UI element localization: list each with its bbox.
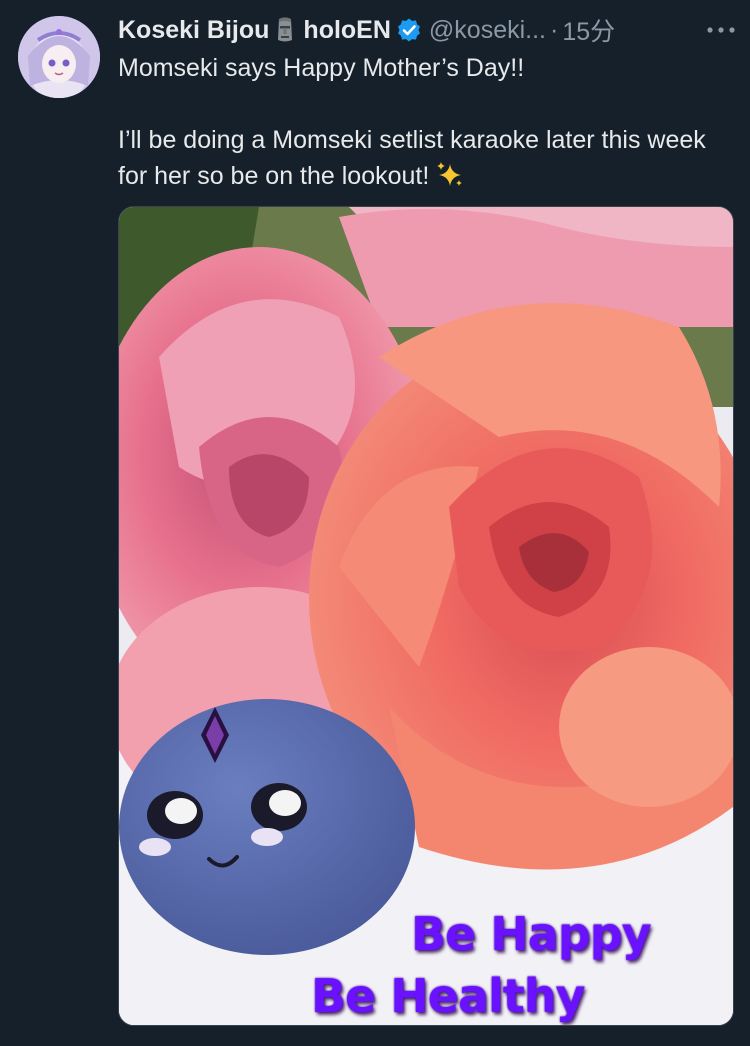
image-caption-line-1: Be Happy bbox=[411, 907, 652, 961]
tweet-header: Koseki Bijou holoEN @koseki... · 15分 bbox=[118, 10, 738, 50]
tweet-text-line-2: I’ll be doing a Momseki setlist karaoke … bbox=[118, 126, 706, 190]
tweet[interactable]: Koseki Bijou holoEN @koseki... · 15分 Mom… bbox=[0, 0, 750, 1046]
display-name[interactable]: Koseki Bijou bbox=[118, 16, 269, 45]
tweet-text-line-1: Momseki says Happy Mother’s Day!! bbox=[118, 54, 525, 82]
more-options-icon[interactable] bbox=[704, 18, 738, 42]
timestamp[interactable]: 15分 bbox=[562, 12, 615, 48]
moai-icon bbox=[273, 16, 297, 44]
sparkles-icon bbox=[435, 160, 465, 190]
image-caption-line-2: Be Healthy bbox=[311, 969, 586, 1023]
separator: · bbox=[550, 15, 559, 44]
tweet-text: Momseki says Happy Mother’s Day!! I’ll b… bbox=[118, 50, 738, 194]
user-handle[interactable]: @koseki... bbox=[429, 16, 546, 45]
affiliation-name: holoEN bbox=[303, 15, 391, 44]
avatar[interactable] bbox=[18, 16, 100, 98]
tweet-image[interactable]: Be Happy Be Healthy bbox=[118, 206, 734, 1026]
verified-icon bbox=[397, 18, 421, 42]
